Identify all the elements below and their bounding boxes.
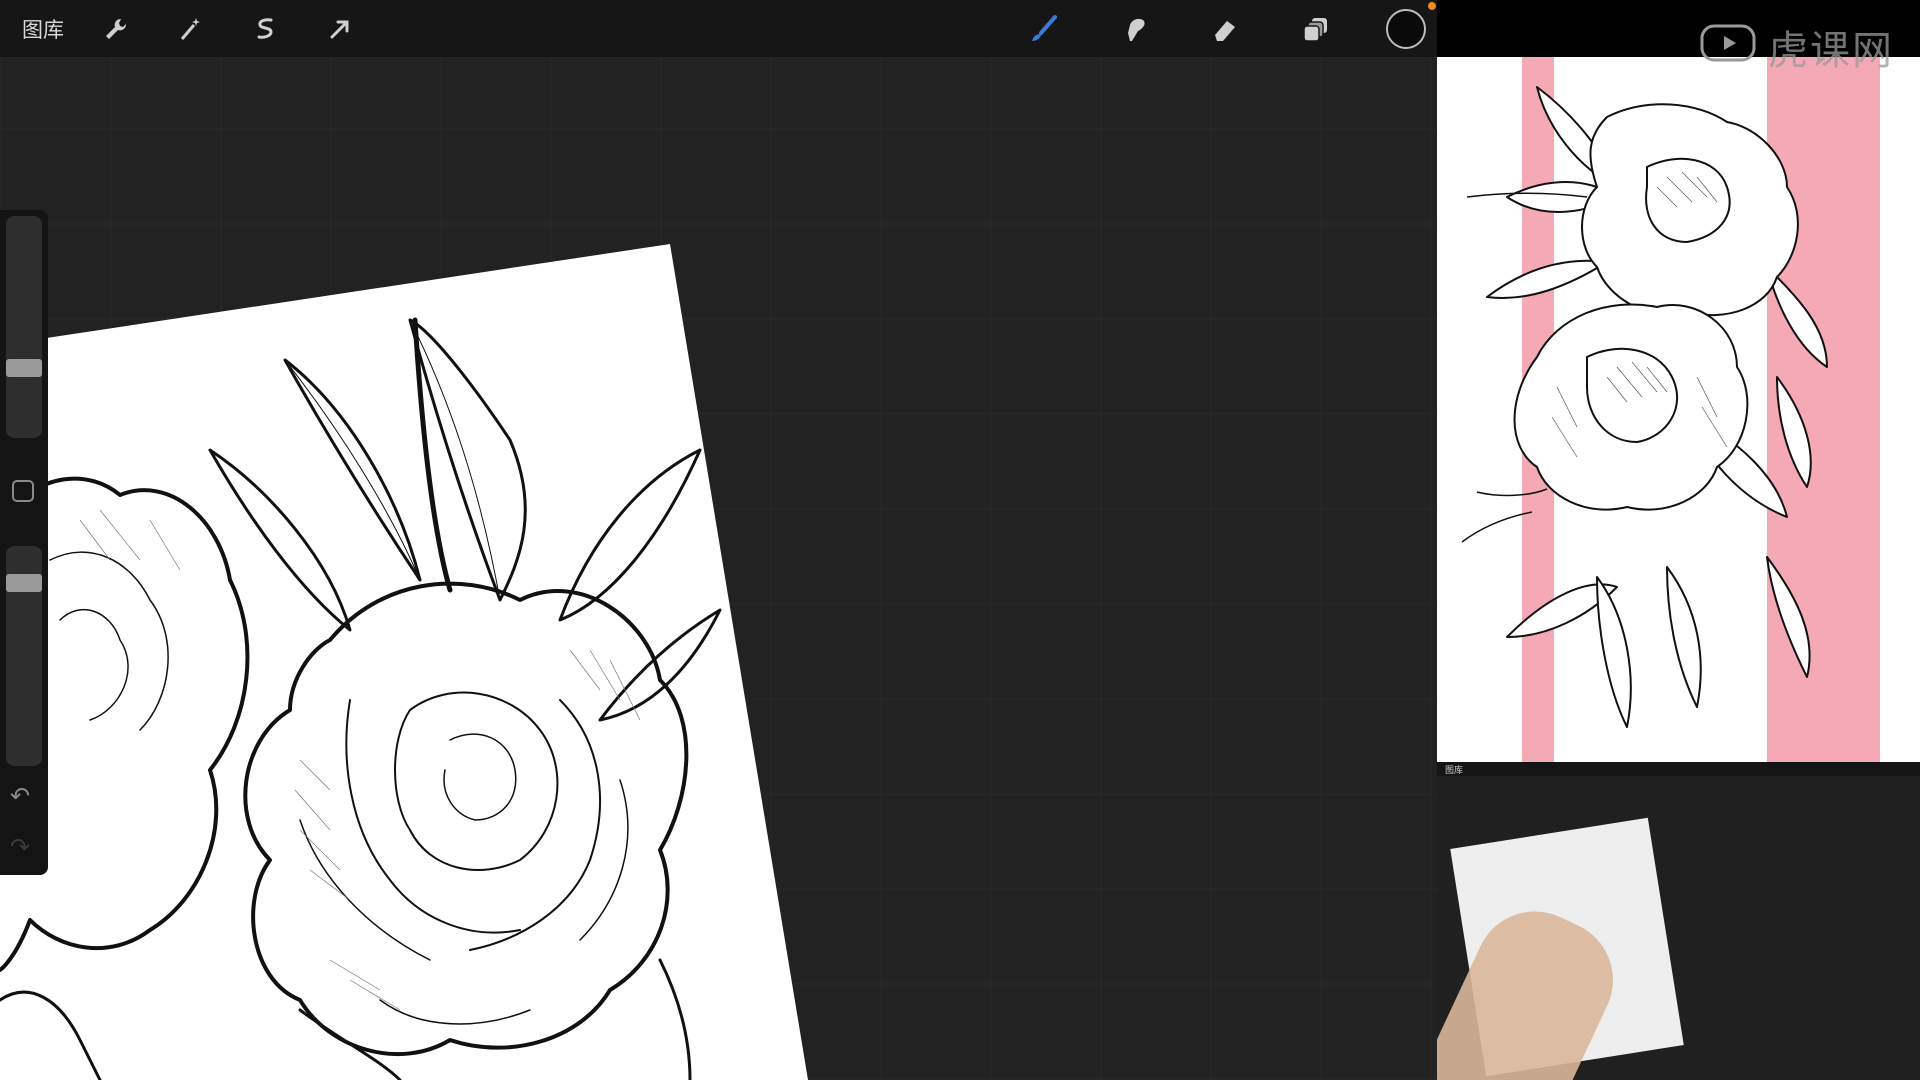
brush-size-slider[interactable] bbox=[6, 216, 42, 438]
tutorial-video-inset: 图库 bbox=[1437, 762, 1920, 1080]
opacity-slider[interactable] bbox=[6, 546, 42, 766]
transform-arrow-icon[interactable] bbox=[323, 12, 357, 46]
opacity-knob[interactable] bbox=[6, 574, 42, 592]
reference-image bbox=[1437, 57, 1920, 762]
drawing-canvas[interactable] bbox=[0, 0, 1437, 1080]
notification-dot bbox=[1428, 2, 1436, 10]
mini-gallery-label: 图库 bbox=[1445, 766, 1464, 776]
modify-button[interactable] bbox=[12, 480, 34, 502]
magic-wand-icon[interactable] bbox=[173, 12, 207, 46]
reference-flower-art bbox=[1461, 86, 1828, 728]
mini-toolbar: 图库 bbox=[1437, 762, 1920, 776]
brush-icon[interactable] bbox=[1026, 12, 1060, 46]
app-root: 图库 ↶ ↷ 虎课网 图库 bbox=[0, 0, 1920, 1080]
gallery-button[interactable]: 图库 bbox=[22, 14, 64, 44]
watermark-logo-icon bbox=[1700, 24, 1756, 62]
watermark-text: 虎课网 bbox=[1768, 28, 1894, 74]
smudge-icon[interactable] bbox=[1117, 12, 1151, 46]
layers-icon[interactable] bbox=[1299, 12, 1333, 46]
left-sidebar: ↶ ↷ bbox=[0, 210, 48, 875]
brush-size-knob[interactable] bbox=[6, 359, 42, 377]
undo-icon[interactable]: ↶ bbox=[10, 782, 30, 810]
wrench-icon[interactable] bbox=[98, 12, 132, 46]
eraser-icon[interactable] bbox=[1208, 12, 1242, 46]
top-toolbar: 图库 bbox=[0, 0, 1437, 57]
procreate-workspace: 图库 ↶ ↷ bbox=[0, 0, 1437, 1080]
color-picker-button[interactable] bbox=[1386, 9, 1426, 49]
selection-icon[interactable] bbox=[248, 12, 282, 46]
redo-icon[interactable]: ↷ bbox=[10, 833, 30, 861]
